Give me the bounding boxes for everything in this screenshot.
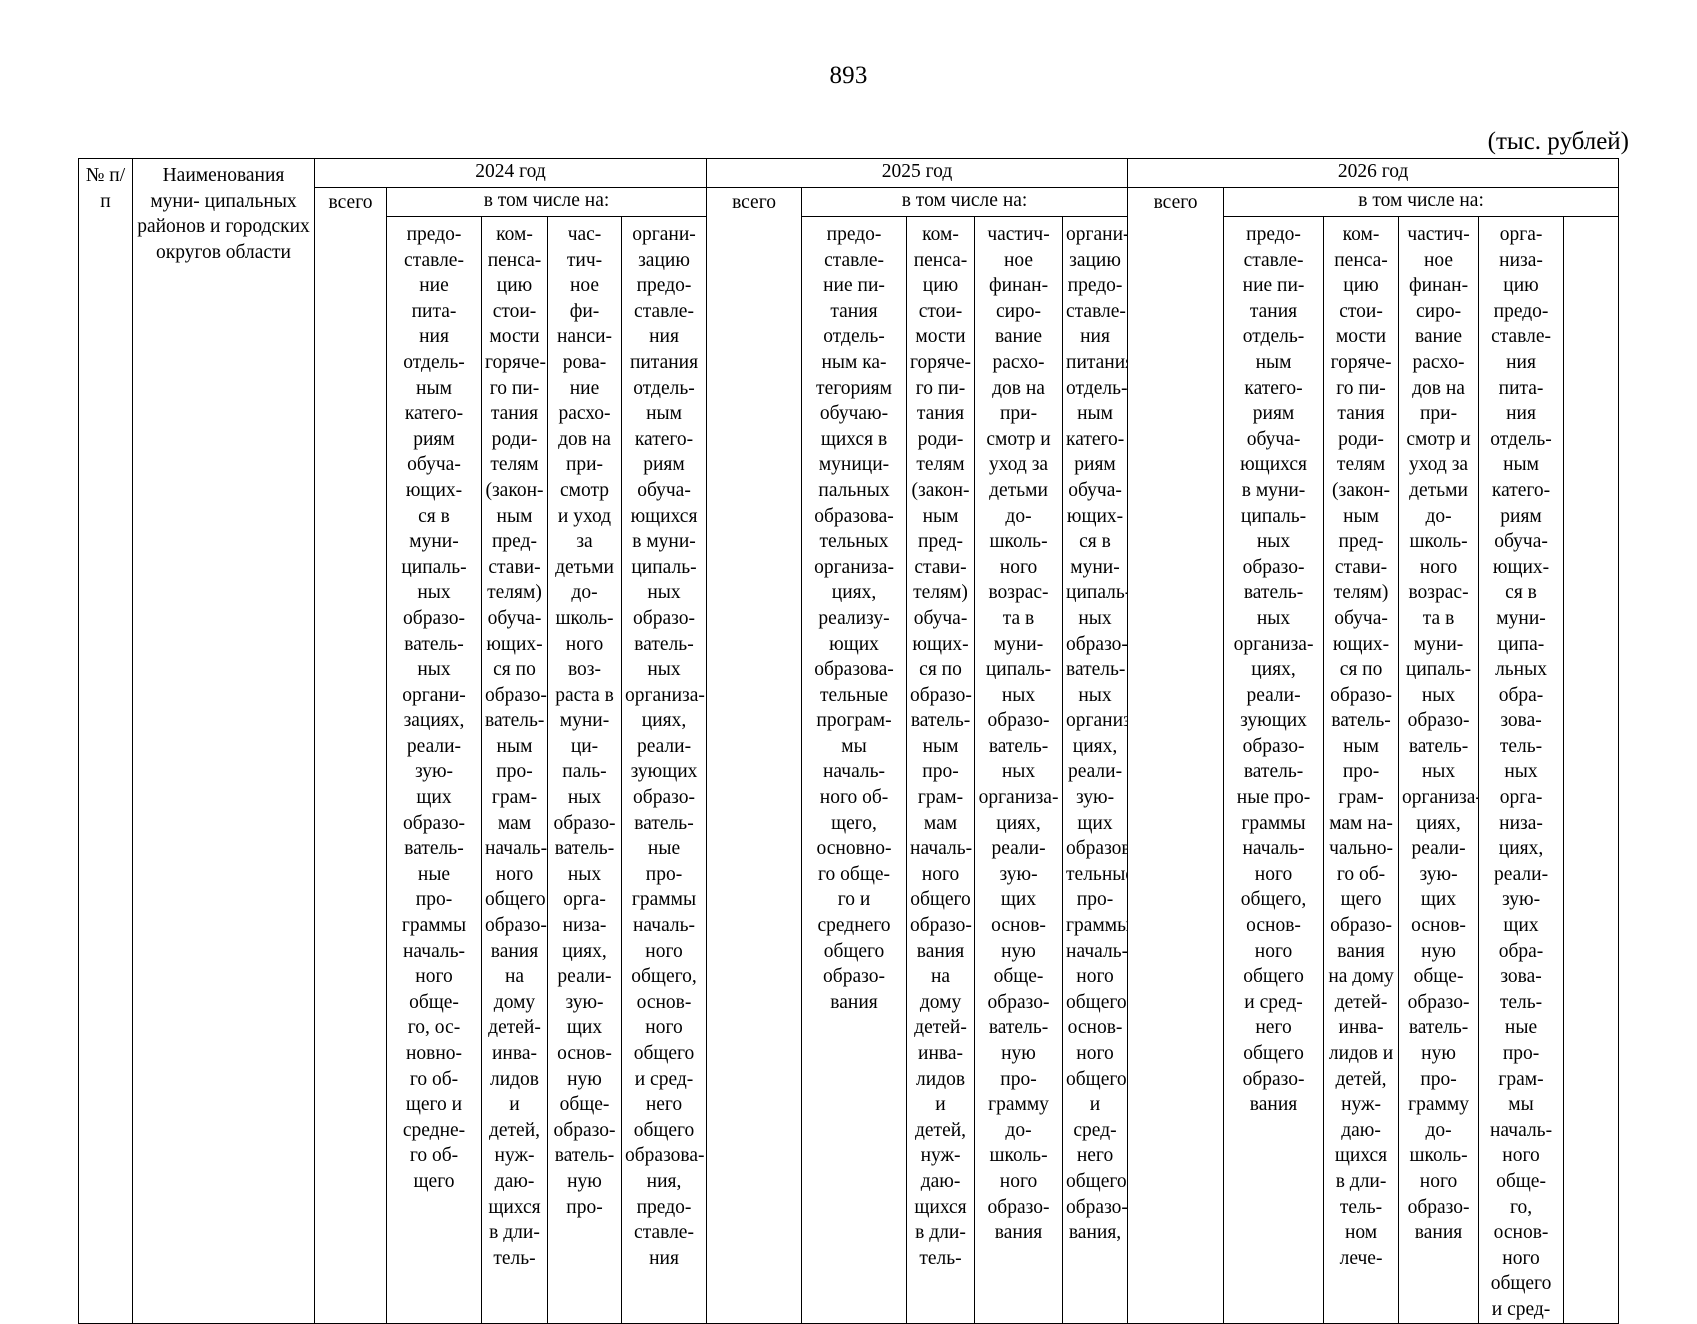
subheader-2025-hot-meal-compensation: ком- пенса- цию стои- мости горяче- го п… — [906, 216, 976, 1324]
header-cell-including-2026: в том числе на: — [1223, 187, 1620, 217]
subheader-2026-hot-meal-compensation: ком- пенса- цию стои- мости горяче- го п… — [1323, 216, 1400, 1324]
page-number: 893 — [829, 62, 868, 89]
subheader-2026-meals-categories: предо- ставле- ние пи- тания отдель- ным… — [1223, 216, 1325, 1324]
header-cell-year-2025: 2025 год — [706, 158, 1129, 188]
subheader-2026-overflow — [1563, 216, 1620, 1324]
subheader-2025-meal-organization: органи- зацию предо- ставле- ния питания… — [1062, 216, 1129, 1324]
subheader-2024-partial-financing: час- тич- ное фи- нанси- рова- ние расхо… — [547, 216, 622, 1324]
subheader-2025-meals-categories: предо- ставле- ние пи- тания отдель- ным… — [801, 216, 908, 1324]
budget-table: № п/п Наименования муни- ципальных район… — [78, 158, 1620, 1324]
header-cell-including-2025: в том числе на: — [801, 187, 1129, 217]
subheader-2024-hot-meal-compensation: ком- пенса- цию стои- мости горяче- го п… — [481, 216, 548, 1324]
subheader-2026-meal-organization: орга- низа- цию предо- ставле- ния пита-… — [1478, 216, 1565, 1324]
header-cell-municipality-name: Наименования муни- ципальных районов и г… — [132, 158, 315, 1324]
document-page: 893 (тыс. рублей) № п/п Наименования мун… — [0, 0, 1697, 1324]
subheader-2024-meal-organization: органи- зацию предо- ставле- ния питания… — [620, 216, 708, 1324]
header-cell-total-2025: всего — [706, 187, 803, 1324]
header-cell-year-2024: 2024 год — [313, 158, 708, 188]
subheader-2025-partial-financing: частич- ное финан- сиро- вание расхо- до… — [974, 216, 1064, 1324]
header-cell-total-2026: всего — [1127, 187, 1225, 1324]
subheader-2026-partial-financing: частич- ное финан- сиро- вание расхо- до… — [1398, 216, 1480, 1324]
units-note: (тыс. рублей) — [1487, 128, 1629, 155]
header-cell-index: № п/п — [78, 158, 133, 1324]
subheader-2024-meals-categories: предо- ставле- ние пита- ния отдель- ным… — [386, 216, 482, 1324]
header-cell-including-2024: в том числе на: — [385, 187, 708, 217]
header-cell-year-2026: 2026 год — [1127, 158, 1620, 188]
header-cell-total-2024: всего — [314, 187, 387, 1324]
budget-table-container: № п/п Наименования муни- ципальных район… — [78, 158, 1620, 1324]
header-row-years: № п/п Наименования муни- ципальных район… — [78, 158, 1620, 1324]
